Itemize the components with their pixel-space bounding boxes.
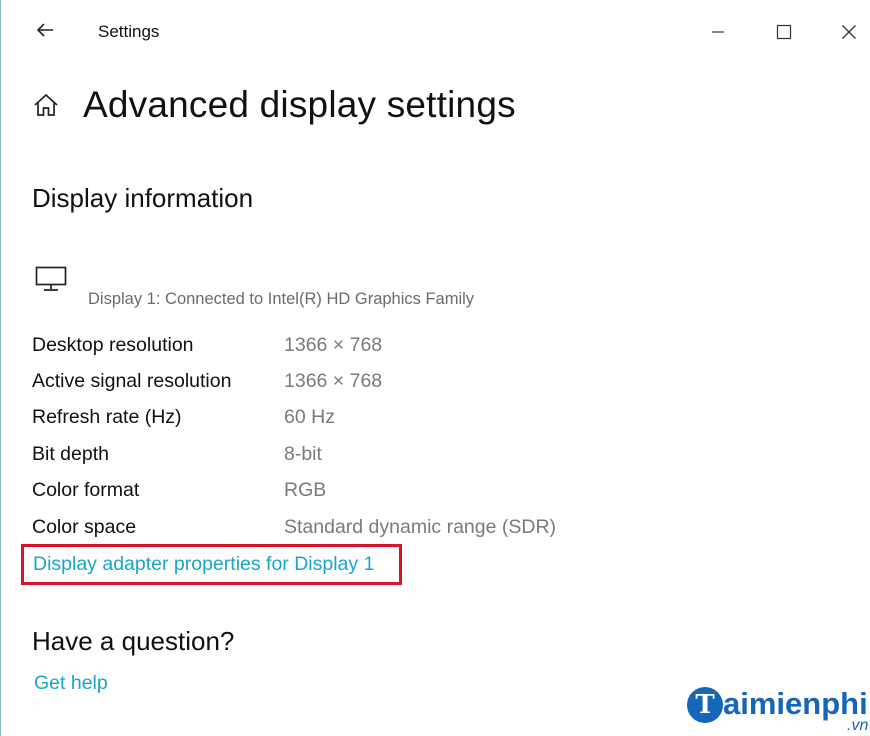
info-label: Desktop resolution xyxy=(32,334,194,356)
page-title: Advanced display settings xyxy=(83,84,516,125)
home-button[interactable] xyxy=(31,90,61,120)
info-label: Color space xyxy=(32,516,137,538)
maximize-icon xyxy=(776,24,792,40)
info-label: Refresh rate (Hz) xyxy=(32,406,182,428)
watermark-logo: T aimienphi .vn xyxy=(687,682,870,736)
info-row-desktop-resolution: Desktop resolution 1366 × 768 xyxy=(32,334,832,360)
section-title-have-a-question: Have a question? xyxy=(32,626,235,656)
info-label: Active signal resolution xyxy=(32,370,232,392)
minimize-icon xyxy=(712,31,724,33)
info-label: Bit depth xyxy=(32,443,109,465)
watermark-suffix: .vn xyxy=(847,717,869,734)
monitor-icon xyxy=(35,266,67,291)
display-name: Display 1: Connected to Intel(R) HD Grap… xyxy=(88,290,475,308)
info-row-color-format: Color format RGB xyxy=(32,479,832,505)
info-value: 1366 × 768 xyxy=(284,334,383,356)
back-button[interactable] xyxy=(29,14,61,46)
display-adapter-properties-link[interactable]: Display adapter properties for Display 1 xyxy=(33,553,374,576)
app-title: Settings xyxy=(98,22,160,41)
settings-window: Settings Advanced display settings Displ… xyxy=(0,0,870,736)
info-value: 60 Hz xyxy=(284,406,335,428)
section-title-display-information: Display information xyxy=(32,183,254,213)
info-value: Standard dynamic range (SDR) xyxy=(284,516,557,538)
minimize-button[interactable] xyxy=(696,14,740,50)
title-bar: Settings xyxy=(1,0,870,62)
close-icon xyxy=(842,25,856,39)
watermark-text: aimienphi xyxy=(723,686,868,721)
back-arrow-icon xyxy=(36,23,53,37)
maximize-button[interactable] xyxy=(762,14,806,50)
info-value: 1366 × 768 xyxy=(284,370,383,392)
page-header: Advanced display settings xyxy=(31,84,516,126)
close-button[interactable] xyxy=(827,14,870,50)
info-label: Color format xyxy=(32,479,140,501)
info-value: 8-bit xyxy=(284,443,322,465)
info-row-color-space: Color space Standard dynamic range (SDR) xyxy=(32,516,832,542)
info-row-bit-depth: Bit depth 8-bit xyxy=(32,443,832,469)
home-icon xyxy=(34,93,58,116)
get-help-link[interactable]: Get help xyxy=(34,672,108,695)
info-row-refresh-rate: Refresh rate (Hz) 60 Hz xyxy=(32,406,832,432)
info-row-active-signal-resolution: Active signal resolution 1366 × 768 xyxy=(32,370,832,396)
watermark-logo-letter: T xyxy=(687,687,723,723)
info-value: RGB xyxy=(284,479,327,501)
